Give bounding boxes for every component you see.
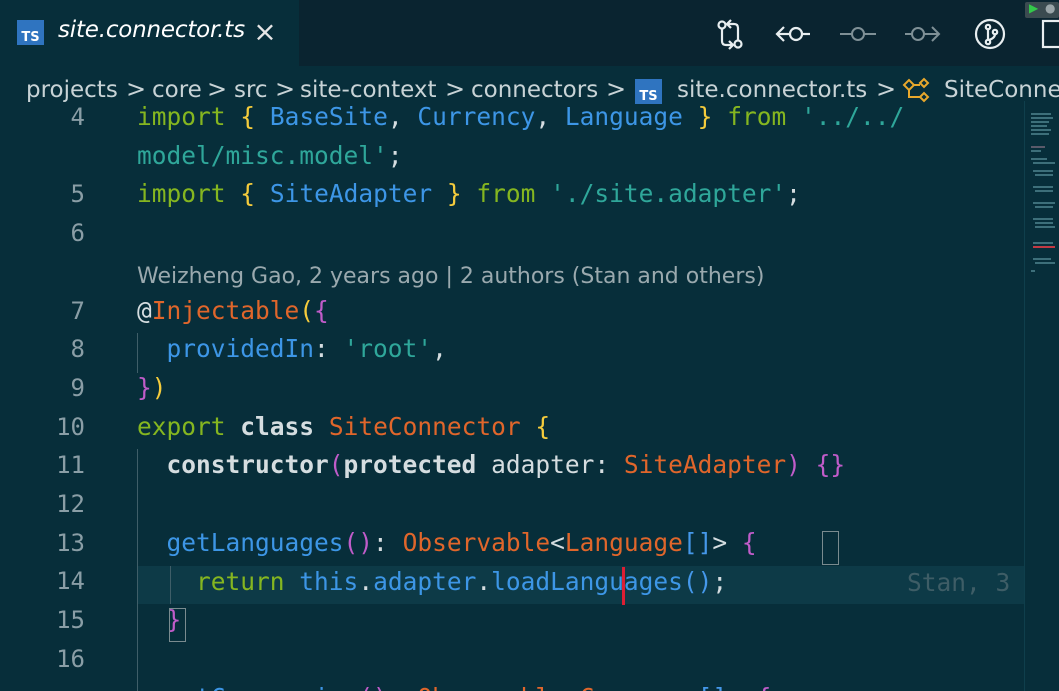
- previous-revision-icon[interactable]: [773, 14, 813, 54]
- line-number: 11: [56, 451, 85, 479]
- breadcrumb-item-site-context[interactable]: site-context: [300, 77, 437, 103]
- minimap-line: [1033, 186, 1053, 188]
- minimap-cursor-line: [1033, 246, 1055, 248]
- line-number: 14: [56, 567, 85, 595]
- minimap-line: [1033, 258, 1051, 260]
- chevron-right-icon: >: [876, 75, 897, 103]
- line-number: 9: [70, 374, 85, 402]
- minimap-line: [1031, 133, 1049, 135]
- minimap-line: [1033, 170, 1053, 172]
- code-line-14: return this.adapter.loadLanguages();: [196, 567, 728, 596]
- line-number: 8: [70, 335, 85, 363]
- typescript-file-icon: TS: [17, 20, 44, 45]
- minimap-line: [1035, 222, 1053, 224]
- minimap-line: [1031, 158, 1047, 160]
- matching-bracket-box: [169, 608, 186, 642]
- code-line-9: }): [137, 373, 167, 402]
- breadcrumb-item-projects[interactable]: projects: [26, 77, 118, 103]
- code-line-4: import { BaseSite, Currency, Language } …: [137, 102, 905, 131]
- code-line-5: import { SiteAdapter } from './site.adap…: [137, 179, 801, 208]
- codelens-authors[interactable]: Weizheng Gao, 2 years ago | 2 authors (S…: [137, 264, 764, 289]
- editor-tab-bar: TS site.connector.ts × ▶ ●: [0, 0, 1059, 66]
- chevron-right-icon: >: [275, 75, 296, 103]
- minimap[interactable]: [1024, 101, 1059, 691]
- line-number: 16: [56, 645, 85, 673]
- chevron-right-icon: >: [606, 75, 627, 103]
- text-cursor: [622, 567, 625, 605]
- minimap-line: [1033, 162, 1055, 164]
- inline-blame-annotation: Stan, 3: [907, 568, 1011, 597]
- minimap-line: [1031, 270, 1035, 272]
- breadcrumb-item-src[interactable]: src: [234, 77, 268, 103]
- minimap-line: [1031, 121, 1049, 123]
- minimap-line: [1035, 226, 1055, 228]
- close-icon[interactable]: ×: [250, 15, 280, 49]
- minimap-line: [1035, 174, 1053, 176]
- line-number: 12: [56, 490, 85, 518]
- minimap-line: [1033, 202, 1055, 204]
- minimap-line: [1035, 190, 1053, 192]
- minimap-line: [1035, 262, 1055, 264]
- line-number: 13: [56, 529, 85, 557]
- code-line-8: providedIn: 'root',: [166, 334, 447, 363]
- chevron-right-icon: >: [126, 75, 147, 103]
- next-revision-icon[interactable]: [903, 14, 943, 54]
- line-number: 10: [56, 413, 85, 441]
- split-editor-icon[interactable]: [1035, 14, 1059, 54]
- breadcrumb-item-symbol[interactable]: SiteConne: [944, 77, 1059, 103]
- line-number: 4: [70, 103, 85, 131]
- minimap-line: [1031, 150, 1041, 152]
- line-number: 6: [70, 219, 85, 247]
- tab-site-connector[interactable]: TS site.connector.ts ×: [0, 0, 299, 66]
- line-number: 15: [56, 606, 85, 634]
- minimap-line: [1033, 218, 1053, 220]
- run-status-indicator: ▶ ●: [1025, 1, 1059, 18]
- minimap-line: [1031, 125, 1047, 127]
- chevron-right-icon: >: [207, 75, 228, 103]
- minimap-line: [1033, 242, 1053, 244]
- code-line-11: constructor(protected adapter: SiteAdapt…: [166, 450, 846, 479]
- minimap-line: [1031, 146, 1045, 148]
- code-line-7: @Injectable({: [137, 296, 329, 325]
- source-control-icon[interactable]: [970, 14, 1010, 54]
- chevron-right-icon: >: [445, 75, 466, 103]
- tab-title: site.connector.ts: [58, 17, 245, 43]
- breadcrumb-item-file[interactable]: site.connector.ts: [677, 77, 867, 103]
- compare-changes-icon[interactable]: [710, 14, 750, 54]
- breadcrumb-item-core[interactable]: core: [152, 77, 202, 103]
- code-line-4-wrap: model/misc.model';: [137, 141, 403, 170]
- line-number: 7: [70, 297, 85, 325]
- minimap-line: [1031, 113, 1051, 115]
- code-line-17-partial: getCurrencies(): Observable<Currency[]> …: [137, 683, 772, 691]
- code-line-13: getLanguages(): Observable<Language[]> {: [166, 528, 757, 557]
- matching-bracket-box: [822, 531, 839, 565]
- minimap-line: [1031, 117, 1053, 119]
- minimap-line: [1035, 206, 1053, 208]
- code-editor[interactable]: 4 5 6 7 8 9 10 11 12 13 14 15 16 import …: [0, 101, 1024, 691]
- minimap-line: [1031, 129, 1051, 131]
- code-line-10: export class SiteConnector {: [137, 412, 551, 441]
- breadcrumb-item-connectors[interactable]: connectors: [471, 77, 598, 103]
- line-number: 5: [70, 180, 85, 208]
- current-revision-icon[interactable]: [838, 14, 878, 54]
